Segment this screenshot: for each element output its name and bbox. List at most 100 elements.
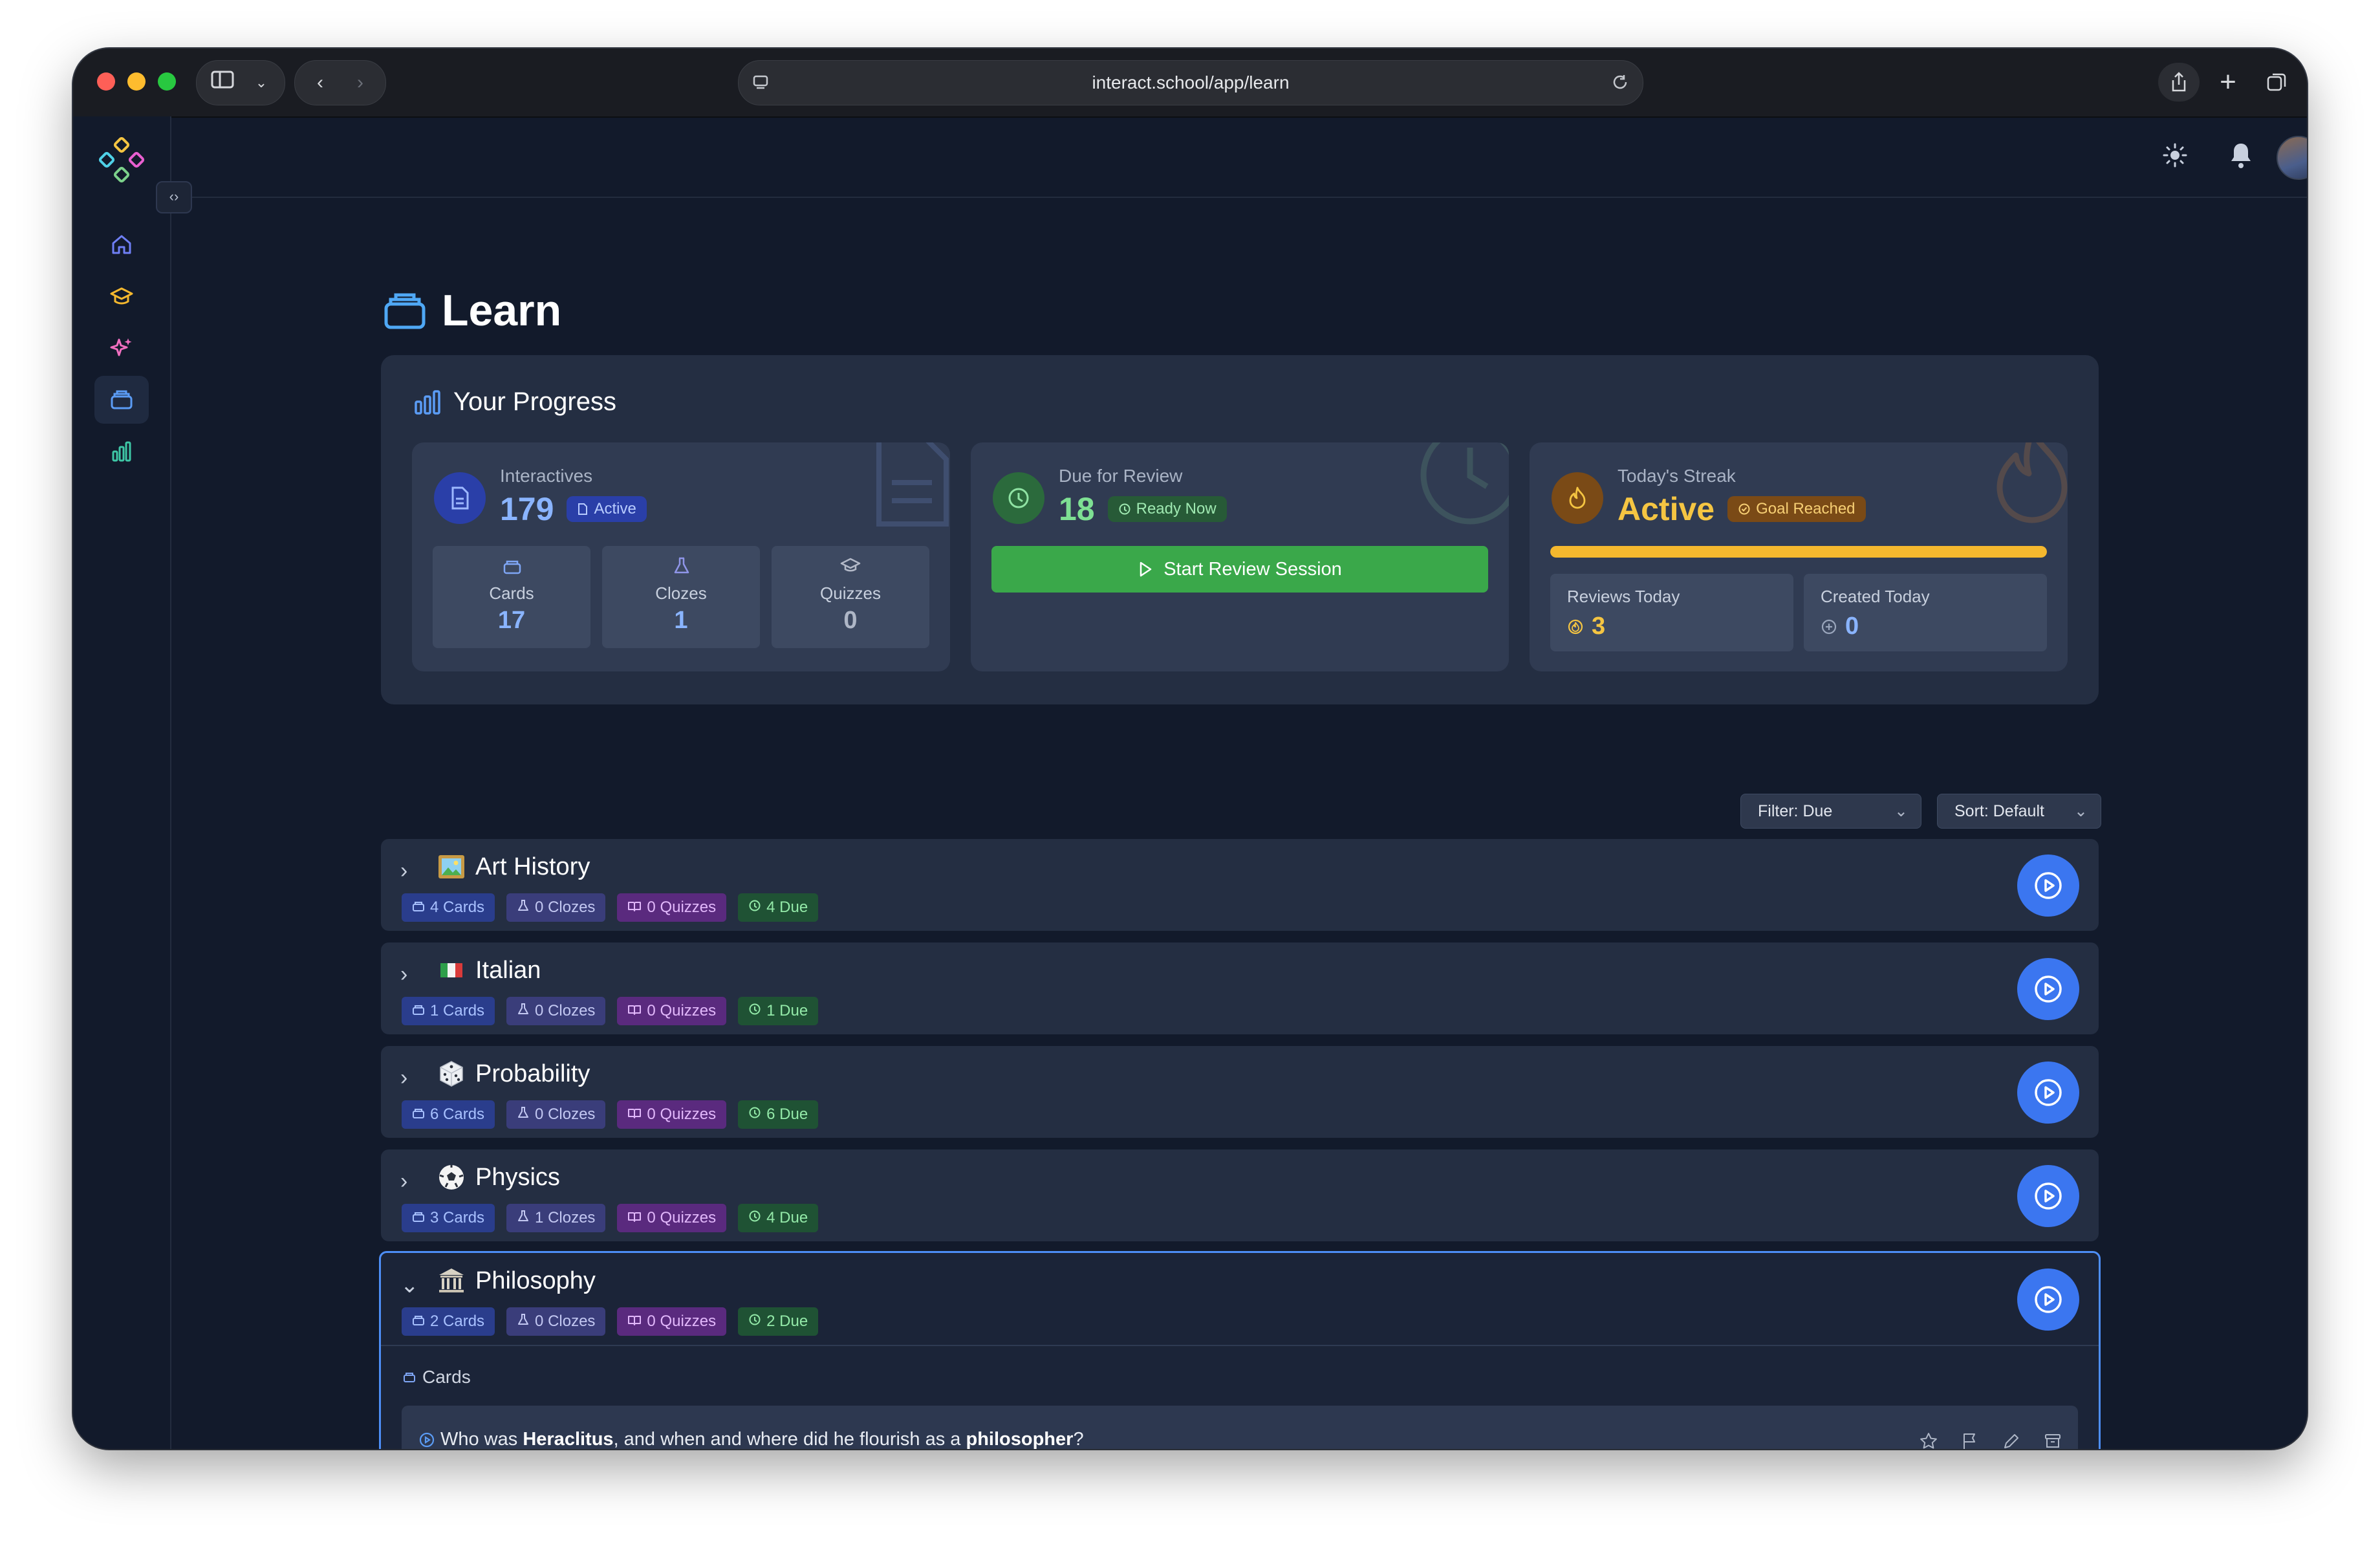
clozes-count-badge: 0 Clozes [506,997,606,1025]
deck-row[interactable]: › Probability 6 Cards 0 Clozes 0 Quizzes… [381,1046,2099,1138]
clock-icon [1008,488,1029,508]
play-circle-icon[interactable] [418,1432,435,1449]
chevron-right-icon[interactable]: › [400,1065,407,1091]
check-circle-icon [1738,503,1750,515]
quizzes-count-badge: 0 Quizzes [617,997,727,1025]
cards-section-label: Cards [422,1367,471,1387]
clock-icon [748,898,761,917]
cards-tile[interactable]: Cards 17 [433,546,590,648]
quizzes-count-badge: 0 Quizzes [617,1307,727,1336]
deck-row[interactable]: › Physics 3 Cards 1 Clozes 0 Quizzes 4 D… [381,1149,2099,1241]
created-today-value-row: 0 [1821,613,1859,640]
due-count: 6 Due [766,1105,808,1123]
clozes-count: 1 Clozes [535,1209,596,1226]
star-icon[interactable] [1919,1432,1938,1449]
clozes-tile[interactable]: Clozes 1 [602,546,760,648]
flask-icon [517,1312,530,1331]
sort-select[interactable]: Sort: Default ⌄ [1937,794,2101,829]
play-deck-button[interactable] [2017,958,2079,1020]
streak-icon-badge [1552,472,1603,524]
card-item[interactable]: Who was Heraclitus, and when and where d… [402,1406,2078,1449]
soccer-ball-icon [437,1162,466,1192]
due-count-badge: 4 Due [738,1204,819,1232]
clock-watermark-icon [1420,442,1509,525]
clozes-count: 0 Clozes [535,898,596,916]
cards-count: 3 Cards [430,1209,485,1226]
clozes-count: 0 Clozes [535,1002,596,1019]
card-stack-icon [412,1105,425,1124]
cards-count: 4 Cards [430,898,485,916]
due-count-badge: 2 Due [738,1307,819,1336]
sidebar-collapse-button[interactable]: ‹› [156,181,192,213]
card-question[interactable]: Who was Heraclitus, and when and where d… [440,1429,1084,1449]
cards-count: 2 Cards [430,1312,485,1330]
flame-icon [1569,486,1586,509]
due-count-badge: 1 Due [738,997,819,1025]
archive-icon[interactable] [2043,1432,2062,1449]
card-stack-icon [503,560,521,574]
card-stack-icon [412,1002,425,1020]
main-content: Learn Your Progress Interactives 179 Act… [73,49,2307,1449]
deck-row[interactable]: › Art History 4 Cards 0 Clozes 0 Quizzes… [381,839,2099,931]
book-icon [627,1002,642,1020]
streak-label: Today's Streak [1617,466,1736,486]
deck-badges: 3 Cards 1 Clozes 0 Quizzes 4 Due [402,1204,819,1232]
chevron-right-icon[interactable]: › [400,858,407,884]
active-badge: Active [567,496,647,522]
chevron-down-icon[interactable]: ⌄ [400,1272,419,1298]
review-label: Due for Review [1059,466,1183,486]
quizzes-count: 0 Quizzes [647,1105,717,1123]
chevron-right-icon[interactable]: › [400,962,407,987]
deck-name[interactable]: Art History [475,853,590,881]
filter-select[interactable]: Filter: Due ⌄ [1740,794,1921,829]
pencil-icon[interactable] [2002,1432,2021,1449]
play-circle-icon [2035,1182,2062,1210]
due-review-card: Due for Review 18 Ready Now Start Review… [971,442,1509,671]
flask-icon [674,557,689,574]
flag-icon[interactable] [1960,1432,1980,1449]
clock-icon [1119,503,1130,515]
plus-circle-icon [1821,619,1837,634]
start-review-session-button[interactable]: Start Review Session [991,546,1488,593]
cards-count-badge: 4 Cards [402,893,495,922]
start-review-label: Start Review Session [1163,558,1342,580]
deck-name[interactable]: Philosophy [475,1267,596,1295]
deck-name[interactable]: Physics [475,1164,560,1192]
chevron-right-icon[interactable]: › [400,1169,407,1194]
question-text: ? [1073,1429,1084,1449]
interactives-value-row: 179 Active [500,490,647,528]
quizzes-tile-value: 0 [843,607,858,634]
clozes-tile-value: 1 [674,607,688,634]
deck-name[interactable]: Italian [475,957,541,985]
interactives-label: Interactives [500,466,593,486]
play-deck-button[interactable] [2017,1062,2079,1124]
quizzes-tile[interactable]: Quizzes 0 [772,546,929,648]
book-icon [627,1209,642,1227]
deck-name[interactable]: Probability [475,1060,590,1088]
question-keyword: Heraclitus [523,1429,614,1449]
deck-row[interactable]: ⌄ Philosophy 2 Cards 0 Clozes 0 Quizzes … [379,1251,2101,1449]
created-today-tile: Created Today 0 [1804,574,2047,651]
play-deck-button[interactable] [2017,855,2079,917]
due-count: 4 Due [766,898,808,916]
graduation-cap-icon [840,558,861,572]
review-value-row: 18 Ready Now [1059,490,1227,528]
cards-count-badge: 2 Cards [402,1307,495,1336]
clozes-count-badge: 0 Clozes [506,893,606,922]
ready-now-label: Ready Now [1136,500,1217,517]
deck-badges: 1 Cards 0 Clozes 0 Quizzes 1 Due [402,997,819,1025]
deck-badges: 6 Cards 0 Clozes 0 Quizzes 6 Due [402,1100,819,1129]
card-stack-icon [412,1312,425,1331]
ready-now-badge: Ready Now [1107,496,1227,522]
created-today-value: 0 [1845,613,1859,640]
goal-reached-badge: Goal Reached [1727,496,1866,522]
deck-row[interactable]: › Italian 1 Cards 0 Clozes 0 Quizzes 1 D… [381,942,2099,1034]
play-deck-button[interactable] [2017,1165,2079,1227]
review-value: 18 [1059,491,1095,527]
play-circle-icon [2035,1079,2062,1106]
play-deck-button[interactable] [2017,1268,2079,1331]
clock-icon [748,1209,761,1227]
bar-chart-icon [415,389,440,415]
quizzes-count-badge: 0 Quizzes [617,893,727,922]
due-count-badge: 4 Due [738,893,819,922]
